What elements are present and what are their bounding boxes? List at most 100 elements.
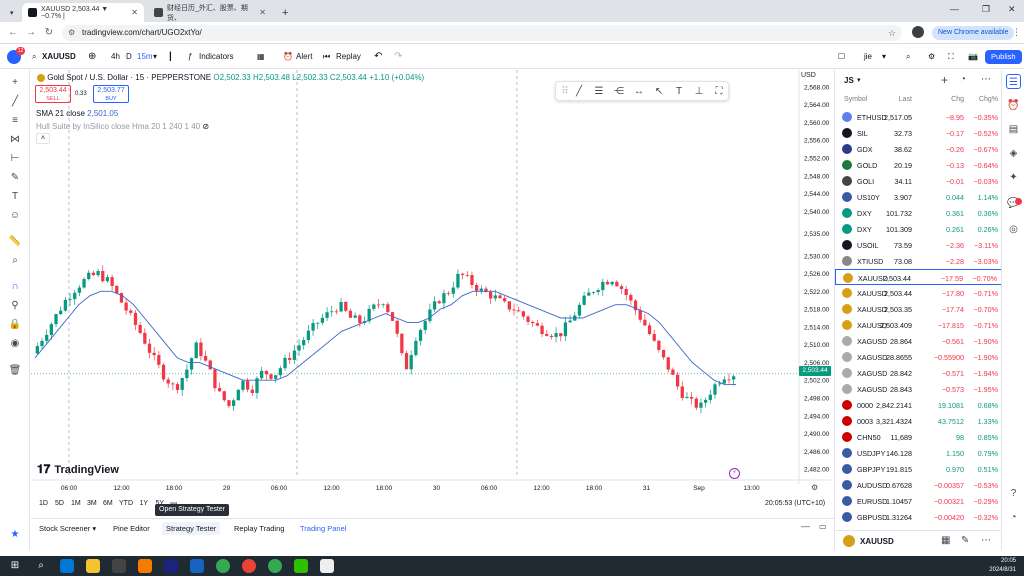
range-1m[interactable]: 1M <box>71 500 81 507</box>
taskbar-date[interactable]: 2024/8/31 <box>960 567 1016 573</box>
watchlist-title[interactable]: JS <box>844 76 854 85</box>
hull-legend[interactable]: Hull Suite by InSilico close Hma 20 1 24… <box>36 122 209 131</box>
tab-list-button[interactable]: ▾ <box>4 3 22 22</box>
text-tool-icon[interactable]: T <box>672 85 686 99</box>
currency-label[interactable]: USD <box>801 72 816 79</box>
fib-tool-icon[interactable]: ☰ <box>592 85 606 99</box>
watchlist-row[interactable]: GOLD 20.19 −0.13 −0.64% <box>835 157 1002 173</box>
replay-button[interactable]: Replay <box>336 50 361 64</box>
clock-time[interactable]: 20:05:53 (UTC+10) <box>765 500 825 507</box>
watchlist-row[interactable]: XAUUSD 2,503.35 −17.74 −0.70% <box>835 301 1002 317</box>
layout-name[interactable]: jie <box>864 50 872 64</box>
chrome-icon[interactable] <box>242 559 256 573</box>
settings-gear-icon[interactable]: ⚙ <box>928 50 935 64</box>
symbol-name[interactable]: XAUUSD <box>42 50 76 64</box>
tab-replay-trading[interactable]: Replay Trading <box>234 524 284 533</box>
add-symbol-icon[interactable]: + <box>941 73 948 87</box>
text-icon[interactable]: T <box>6 188 24 204</box>
watchlist-row[interactable]: 0000 2,842.2141 19.1081 0.68% <box>835 397 1002 413</box>
tab-trading-panel[interactable]: Trading Panel <box>300 524 346 533</box>
pattern-icon[interactable]: ⋈ <box>6 131 24 147</box>
close-tab-icon[interactable]: ✕ <box>131 8 138 17</box>
forward-icon[interactable]: → <box>24 26 38 40</box>
range-6m[interactable]: 6M <box>103 500 113 507</box>
browser-menu-icon[interactable]: ⋮ <box>1012 27 1021 38</box>
site-info-icon[interactable]: ⚙ <box>68 25 75 41</box>
profile-avatar[interactable] <box>912 26 924 38</box>
more-icon[interactable]: ⋯ <box>981 535 991 546</box>
trend-line-icon[interactable]: ╱ <box>6 93 24 109</box>
edit-icon[interactable]: ✎ <box>961 535 969 546</box>
watchlist-view-icon[interactable]: ◔ <box>960 74 966 85</box>
watchlist-row[interactable]: US10Y 3.907 0.044 1.14% <box>835 189 1002 205</box>
watchlist-row[interactable]: XAGUSD 28.842 −0.571 −1.94% <box>835 365 1002 381</box>
indicators-icon[interactable]: ƒ <box>188 50 192 64</box>
watchlist-row[interactable]: XAUUSD 2,503.409 −17.815 −0.71% <box>835 317 1002 333</box>
lock-icon[interactable]: 🔒 <box>6 316 24 332</box>
watchlist-row[interactable]: USDJPY 146.128 1.150 0.79% <box>835 445 1002 461</box>
watchlist-row[interactable]: XAUUSD 2,503.44 −17.80 −0.71% <box>835 285 1002 301</box>
taskbar-time[interactable]: 20:05 <box>960 558 1016 564</box>
search-icon[interactable]: ⌕ <box>906 50 910 64</box>
alert-button[interactable]: Alert <box>296 50 312 64</box>
layout-square-icon[interactable]: ☐ <box>838 50 845 64</box>
watchlist-row[interactable]: EURUSD 1.10457 −0.00321 −0.29% <box>835 493 1002 509</box>
more-icon[interactable]: ⋯ <box>981 74 991 85</box>
app-icon[interactable] <box>138 559 152 573</box>
watchlist-row[interactable]: GBPUSD 1.31264 −0.00420 −0.32% <box>835 509 1002 525</box>
sma-legend[interactable]: SMA 21 close 2,501.05 <box>36 109 118 118</box>
ruler-icon[interactable]: 📏 <box>6 233 24 249</box>
tab-pine-editor[interactable]: Pine Editor <box>113 524 150 533</box>
undo-icon[interactable]: ↶ <box>374 50 382 64</box>
col-last[interactable]: Last <box>899 96 912 103</box>
new-tab-button[interactable]: + <box>276 3 292 22</box>
lightning-icon[interactable]: ⚡ <box>729 468 740 479</box>
search-icon[interactable]: ⌕ <box>34 559 48 573</box>
ideas-bulb-icon[interactable]: ✦ <box>1006 170 1021 185</box>
crosshair-icon[interactable]: + <box>6 74 24 90</box>
chevron-down-icon[interactable]: ▾ <box>882 50 886 64</box>
interval-15m[interactable]: 15m <box>137 50 153 64</box>
alert-clock-icon[interactable]: ⏰ <box>283 50 293 64</box>
close-tab-icon[interactable]: ✕ <box>259 8 266 17</box>
restore-icon[interactable]: ❐ <box>982 4 990 15</box>
close-window-icon[interactable]: ✕ <box>1008 4 1016 15</box>
redo-icon[interactable]: ↷ <box>394 50 402 64</box>
trash-icon[interactable]: 🗑 <box>6 362 24 378</box>
windows-start-icon[interactable]: ⊞ <box>8 559 22 573</box>
col-chg-pct[interactable]: Chg% <box>979 96 998 103</box>
minimize-icon[interactable]: — <box>950 4 959 14</box>
chart-pane[interactable]: 2,568.00 2,564.00 2,560.00 2,556.00 2,552.00… <box>31 70 831 510</box>
emoji-icon[interactable]: ☺ <box>6 207 24 223</box>
channel-tool-icon[interactable]: ⋲ <box>612 85 626 99</box>
cursor-tool-icon[interactable]: ↖ <box>652 85 666 99</box>
notifications-icon[interactable]: ◔ <box>1006 510 1021 525</box>
measure-icon[interactable]: ⊢ <box>6 150 24 166</box>
back-icon[interactable]: ← <box>6 26 20 40</box>
watchlist-row[interactable]: GDX 38.62 −0.26 −0.67% <box>835 141 1002 157</box>
browser-tab[interactable]: 财经日历_外汇、股票、期货、 ✕ <box>148 3 272 22</box>
app-icon[interactable] <box>190 559 204 573</box>
sell-button[interactable]: 2,503.44 SELL <box>35 85 71 103</box>
line-tool-icon[interactable]: ╱ <box>572 85 586 99</box>
wechat-icon[interactable] <box>294 559 308 573</box>
watchlist-row[interactable]: XAGUSD 28.8655 −0.55900 −1.90% <box>835 349 1002 365</box>
app-icon[interactable] <box>320 559 334 573</box>
candle-style-icon[interactable]: ┃ <box>168 50 173 64</box>
watchlist-row[interactable]: XAGUSD 28.843 −0.573 −1.95% <box>835 381 1002 397</box>
watchlist-row[interactable]: 0003 3,321.4324 43.7512 1.33% <box>835 413 1002 429</box>
zoom-icon[interactable]: ⌕ <box>6 252 24 268</box>
watchlist-row[interactable]: XAUUSD 2,503.44 −17.59 −0.70% <box>835 269 1002 285</box>
range-1d[interactable]: 1D <box>39 500 48 507</box>
horizontal-lines-icon[interactable]: ≡ <box>6 112 24 128</box>
interval-d[interactable]: D <box>126 50 132 64</box>
hidden-eye-icon[interactable]: ⊘ <box>202 122 209 131</box>
chrome-icon[interactable] <box>216 559 230 573</box>
chevron-down-icon[interactable]: ▾ <box>857 76 861 84</box>
publish-button[interactable]: Publish <box>985 50 1022 64</box>
url-field[interactable]: ⚙ tradingview.com/chart/UGO2xtYo/ ☆ <box>62 25 902 41</box>
broadcast-icon[interactable]: ◎ <box>1006 222 1021 237</box>
watchlist-row[interactable]: CHN50 11,689 98 0.85% <box>835 429 1002 445</box>
range-5d[interactable]: 5D <box>55 500 64 507</box>
magnet-icon[interactable]: ∩ <box>6 278 24 294</box>
